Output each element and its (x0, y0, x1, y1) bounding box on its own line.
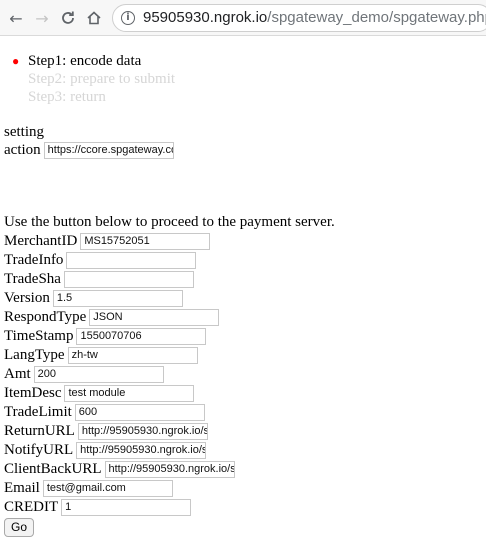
trade-sha-field[interactable] (63, 271, 194, 288)
browser-toolbar: ← → i 95905930.ngrok.io/spgateway_demo/s… (0, 0, 486, 36)
notify-url-row: NotifyURL http://95905930.ngrok.io/spgat… (4, 441, 207, 460)
return-url-field[interactable]: http://95905930.ngrok.io/spgateway_demo/… (77, 423, 208, 440)
item-desc-row: ItemDesc test module (4, 384, 195, 403)
amt-row: Amt 200 (4, 365, 164, 384)
trade-info-field[interactable] (66, 252, 197, 269)
version-row: Version 1.5 (4, 289, 183, 308)
step-item: Step3: return (28, 88, 175, 106)
merchant-id-label: MerchantID (4, 233, 78, 249)
lang-type-label: LangType (4, 347, 65, 363)
amt-field[interactable]: 200 (33, 366, 164, 383)
email-row: Email test@gmail.com (4, 479, 173, 498)
arrow-right-icon[interactable]: → (32, 8, 52, 28)
bullet-icon: ● (12, 54, 20, 68)
notify-url-label: NotifyURL (4, 442, 74, 458)
action-row: action https://ccore.spgateway.com/MPG/m… (4, 141, 174, 160)
setting-heading: setting (4, 124, 44, 140)
time-stamp-row: TimeStamp 1550070706 (4, 327, 207, 346)
go-button[interactable]: Go (4, 518, 35, 537)
address-bar[interactable]: i 95905930.ngrok.io/spgateway_demo/spgat… (112, 4, 486, 32)
item-desc-label: ItemDesc (4, 385, 62, 401)
email-label: Email (4, 480, 40, 496)
trade-sha-row: TradeSha (4, 270, 194, 289)
credit-row: CREDIT 1 (4, 498, 192, 517)
amt-label: Amt (4, 366, 31, 382)
step-list: ● Step1: encode data Step2: prepare to su… (12, 52, 175, 106)
credit-label: CREDIT (4, 499, 59, 515)
arrow-left-icon[interactable]: ← (6, 8, 26, 28)
email-field[interactable]: test@gmail.com (42, 480, 173, 497)
home-icon[interactable] (84, 8, 104, 28)
step-item: Step2: prepare to submit (28, 70, 175, 88)
step-label: Step1: encode data (28, 53, 142, 69)
merchant-id-row: MerchantID MS15752051 (4, 232, 211, 251)
instruction-text: Use the button below to proceed to the p… (4, 214, 335, 230)
action-label: action (4, 142, 41, 158)
client-back-url-row: ClientBackURL http://95905930.ngrok.io/s… (4, 460, 235, 479)
merchant-id-field[interactable]: MS15752051 (80, 233, 211, 250)
time-stamp-label: TimeStamp (4, 328, 74, 344)
respond-type-field[interactable]: JSON (89, 309, 220, 326)
client-back-url-label: ClientBackURL (4, 461, 102, 477)
trade-limit-label: TradeLimit (4, 404, 72, 420)
url-path: /spgateway_demo/spgateway.php (267, 9, 486, 26)
url-host: 95905930.ngrok.io (143, 9, 268, 26)
step-item: ● Step1: encode data (12, 52, 175, 70)
trade-info-row: TradeInfo (4, 251, 197, 270)
trade-sha-label: TradeSha (4, 271, 61, 287)
return-url-label: ReturnURL (4, 423, 75, 439)
trade-limit-field[interactable]: 600 (74, 404, 205, 421)
time-stamp-field[interactable]: 1550070706 (76, 328, 207, 345)
step-label: Step2: prepare to submit (28, 71, 176, 87)
info-icon[interactable]: i (121, 11, 135, 25)
lang-type-row: LangType zh-tw (4, 346, 198, 365)
version-field[interactable]: 1.5 (52, 290, 183, 307)
lang-type-field[interactable]: zh-tw (67, 347, 198, 364)
notify-url-field[interactable]: http://95905930.ngrok.io/spgateway_demo/… (76, 442, 207, 459)
return-url-row: ReturnURL http://95905930.ngrok.io/spgat… (4, 422, 208, 441)
version-label: Version (4, 290, 50, 306)
action-field[interactable]: https://ccore.spgateway.com/MPG/mpg_gate… (43, 142, 174, 159)
url-text: 95905930.ngrok.io/spgateway_demo/spgatew… (143, 9, 486, 26)
trade-limit-row: TradeLimit 600 (4, 403, 205, 422)
step-label: Step3: return (28, 89, 106, 105)
respond-type-row: RespondType JSON (4, 308, 220, 327)
item-desc-field[interactable]: test module (64, 385, 195, 402)
respond-type-label: RespondType (4, 309, 87, 325)
trade-info-label: TradeInfo (4, 252, 64, 268)
reload-icon[interactable] (58, 8, 78, 28)
credit-field[interactable]: 1 (61, 499, 192, 516)
client-back-url-field[interactable]: http://95905930.ngrok.io/spgateway_demo/… (104, 461, 235, 478)
